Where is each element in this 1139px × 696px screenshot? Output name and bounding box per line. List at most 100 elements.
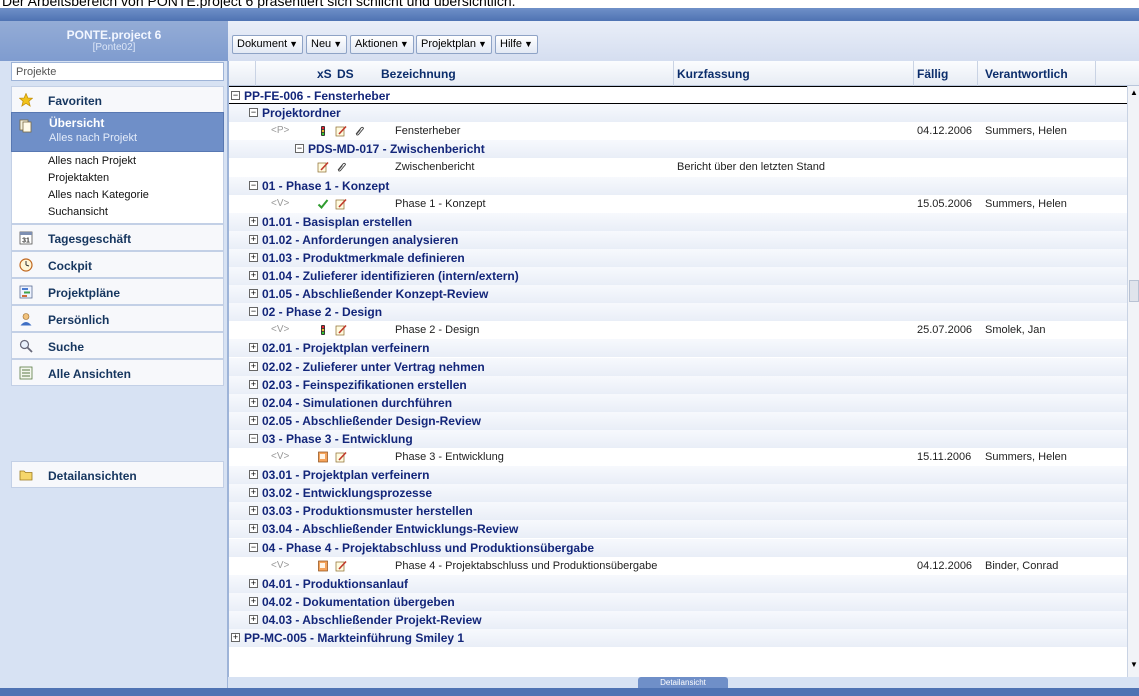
expand-toggle-icon[interactable]: + xyxy=(249,415,258,425)
submenu-link-alles-nach-kategorie[interactable]: Alles nach Kategorie xyxy=(48,189,149,201)
collapse-toggle-icon[interactable]: − xyxy=(249,433,258,443)
group-title: 01.01 - Basisplan erstellen xyxy=(262,214,413,229)
collapse-toggle-icon[interactable]: − xyxy=(249,307,258,317)
column-header-xs[interactable]: xS xyxy=(317,67,332,81)
expand-toggle-icon[interactable]: + xyxy=(249,289,258,299)
table-row[interactable]: <V> Phase 2 - Design 25.07.2006 Smolek, Jan xyxy=(229,321,1127,340)
sidebar-item-favoriten[interactable]: Favoriten xyxy=(11,86,224,113)
neu-menu-button[interactable]: Neu ▼ xyxy=(306,35,348,54)
row-kurzfassung: Bericht über den letzten Stand xyxy=(677,161,825,174)
sidebar-item-alle-ansichten[interactable]: Alle Ansichten xyxy=(11,359,224,386)
svg-text:31: 31 xyxy=(22,238,30,245)
edit-note-icon xyxy=(335,198,347,209)
sidebar-item-label: Alle Ansichten xyxy=(48,367,131,381)
expand-toggle-icon[interactable]: + xyxy=(249,216,258,226)
collapse-toggle-icon[interactable]: − xyxy=(231,91,240,100)
vertical-scrollbar[interactable]: ▲ ▼ xyxy=(1127,86,1139,677)
collapse-toggle-icon[interactable]: − xyxy=(249,542,258,552)
table-row[interactable]: <V> Phase 3 - Entwicklung 15.11.2006 Summer… xyxy=(229,448,1127,466)
table-row[interactable]: Zwischenbericht Bericht über den letzten … xyxy=(229,158,1127,177)
sidebar-item-uebersicht[interactable]: Übersicht Alles nach Projekt xyxy=(11,112,224,152)
table-row[interactable]: +01.04 - Zulieferer identifizieren (inte… xyxy=(229,267,1127,285)
button-label: Hilfe xyxy=(500,38,523,50)
column-header-bezeichnung[interactable]: Bezeichnung xyxy=(381,67,456,81)
hilfe-menu-button[interactable]: Hilfe ▼ xyxy=(495,35,538,54)
expand-toggle-icon[interactable]: + xyxy=(249,596,258,606)
expand-toggle-icon[interactable]: + xyxy=(249,361,258,371)
scroll-thumb[interactable] xyxy=(1129,280,1139,302)
table-row[interactable]: + PP-MC-005 - Markteinführung Smiley 1 xyxy=(229,629,1127,647)
expand-toggle-icon[interactable]: + xyxy=(249,578,258,588)
projektplan-menu-button[interactable]: Projektplan ▼ xyxy=(416,35,492,54)
table-row[interactable]: +01.05 - Abschließender Konzept-Review xyxy=(229,285,1127,304)
collapse-toggle-icon[interactable]: − xyxy=(249,108,258,118)
expand-toggle-icon[interactable]: + xyxy=(249,397,258,407)
column-header-faellig[interactable]: Fällig xyxy=(917,67,948,81)
table-row[interactable]: +04.02 - Dokumentation übergeben xyxy=(229,592,1127,611)
table-row[interactable]: −04 - Phase 4 - Projektabschluss und Pro… xyxy=(229,538,1127,557)
row-verantwortlich: Summers, Helen xyxy=(985,451,1067,463)
table-row[interactable]: −02 - Phase 2 - Design xyxy=(229,303,1127,322)
table-row[interactable]: − PP-FE-006 - Fensterheber xyxy=(229,86,1127,104)
table-row[interactable]: − Projektordner xyxy=(229,104,1127,123)
table-row[interactable]: <P> Fensterheber 04.12.2006 Summers, Helen xyxy=(229,122,1127,141)
table-row[interactable]: −01 - Phase 1 - Konzept xyxy=(229,176,1127,195)
sidebar-item-projektplaene[interactable]: Projektpläne xyxy=(11,278,224,305)
sidebar-item-detailansichten[interactable]: Detailansichten xyxy=(11,461,224,488)
group-title: 01.02 - Anforderungen analysieren xyxy=(262,232,459,247)
document-type-tag: <V> xyxy=(271,197,290,209)
group-title: 01.03 - Produktmerkmale definieren xyxy=(262,250,465,265)
table-row[interactable]: <V> Phase 1 - Konzept 15.05.2006 Summers, H… xyxy=(229,194,1127,213)
detailansicht-tab[interactable]: Detailansicht xyxy=(638,677,728,688)
table-row[interactable]: +02.03 - Feinspezifikationen erstellen xyxy=(229,375,1127,394)
sidebar-item-suche[interactable]: Suche xyxy=(11,332,224,359)
scroll-down-arrow-icon[interactable]: ▼ xyxy=(1128,660,1139,672)
table-row[interactable]: +01.01 - Basisplan erstellen xyxy=(229,212,1127,231)
expand-toggle-icon[interactable]: + xyxy=(249,524,258,534)
table-row[interactable]: +04.01 - Produktionsanlauf xyxy=(229,574,1127,593)
sidebar-item-cockpit[interactable]: Cockpit xyxy=(11,251,224,278)
table-row[interactable]: +01.02 - Anforderungen analysieren xyxy=(229,230,1127,249)
expand-toggle-icon[interactable]: + xyxy=(249,506,258,516)
aktionen-menu-button[interactable]: Aktionen ▼ xyxy=(350,35,414,54)
table-row[interactable]: +01.03 - Produktmerkmale definieren xyxy=(229,248,1127,267)
table-row[interactable]: <V> Phase 4 - Projektabschluss und Produk… xyxy=(229,556,1127,575)
table-row[interactable]: +02.05 - Abschließender Design-Review xyxy=(229,411,1127,430)
submenu-link-projektakten[interactable]: Projektakten xyxy=(48,172,109,184)
status-bar: Detailansicht xyxy=(228,677,1139,688)
submenu-link-alles-nach-projekt[interactable]: Alles nach Projekt xyxy=(48,155,136,167)
table-row[interactable]: − PDS-MD-017 - Zwischenbericht xyxy=(229,140,1127,159)
expand-toggle-icon[interactable]: + xyxy=(249,470,258,480)
table-row[interactable]: +02.02 - Zulieferer unter Vertrag nehmen xyxy=(229,357,1127,376)
table-row[interactable]: +03.03 - Produktionsmuster herstellen xyxy=(229,502,1127,521)
column-separator xyxy=(977,61,978,86)
scroll-up-arrow-icon[interactable]: ▲ xyxy=(1128,88,1139,100)
column-header-ds[interactable]: DS xyxy=(337,67,354,81)
expand-toggle-icon[interactable]: + xyxy=(249,343,258,353)
table-row[interactable]: +03.01 - Projektplan verfeinern xyxy=(229,466,1127,485)
table-row[interactable]: +03.04 - Abschließender Entwicklungs-Rev… xyxy=(229,520,1127,539)
table-row[interactable]: +03.02 - Entwicklungsprozesse xyxy=(229,484,1127,503)
table-row[interactable]: +02.01 - Projektplan verfeinern xyxy=(229,339,1127,358)
submenu-link-suchansicht[interactable]: Suchansicht xyxy=(48,206,108,218)
calendar-icon: 31 xyxy=(19,231,33,245)
dokument-menu-button[interactable]: Dokument ▼ xyxy=(232,35,304,54)
projects-header: Projekte xyxy=(11,62,224,81)
table-row[interactable]: +04.03 - Abschließender Projekt-Review xyxy=(229,610,1127,629)
sidebar-item-tagesgeschaeft[interactable]: 31 Tagesgeschäft xyxy=(11,224,224,251)
checkmark-icon xyxy=(317,198,329,209)
table-row[interactable]: −03 - Phase 3 - Entwicklung xyxy=(229,429,1127,448)
sidebar-item-persoenlich[interactable]: Persönlich xyxy=(11,305,224,332)
expand-toggle-icon[interactable]: + xyxy=(249,488,258,498)
collapse-toggle-icon[interactable]: − xyxy=(295,144,304,154)
expand-toggle-icon[interactable]: + xyxy=(249,252,258,262)
expand-toggle-icon[interactable]: + xyxy=(231,633,240,642)
column-header-kurzfassung[interactable]: Kurzfassung xyxy=(677,67,750,81)
column-header-verantwortlich[interactable]: Verantwortlich xyxy=(985,67,1068,81)
expand-toggle-icon[interactable]: + xyxy=(249,271,258,280)
collapse-toggle-icon[interactable]: − xyxy=(249,180,258,190)
table-row[interactable]: +02.04 - Simulationen durchführen xyxy=(229,393,1127,412)
expand-toggle-icon[interactable]: + xyxy=(249,234,258,244)
expand-toggle-icon[interactable]: + xyxy=(249,379,258,389)
expand-toggle-icon[interactable]: + xyxy=(249,614,258,624)
